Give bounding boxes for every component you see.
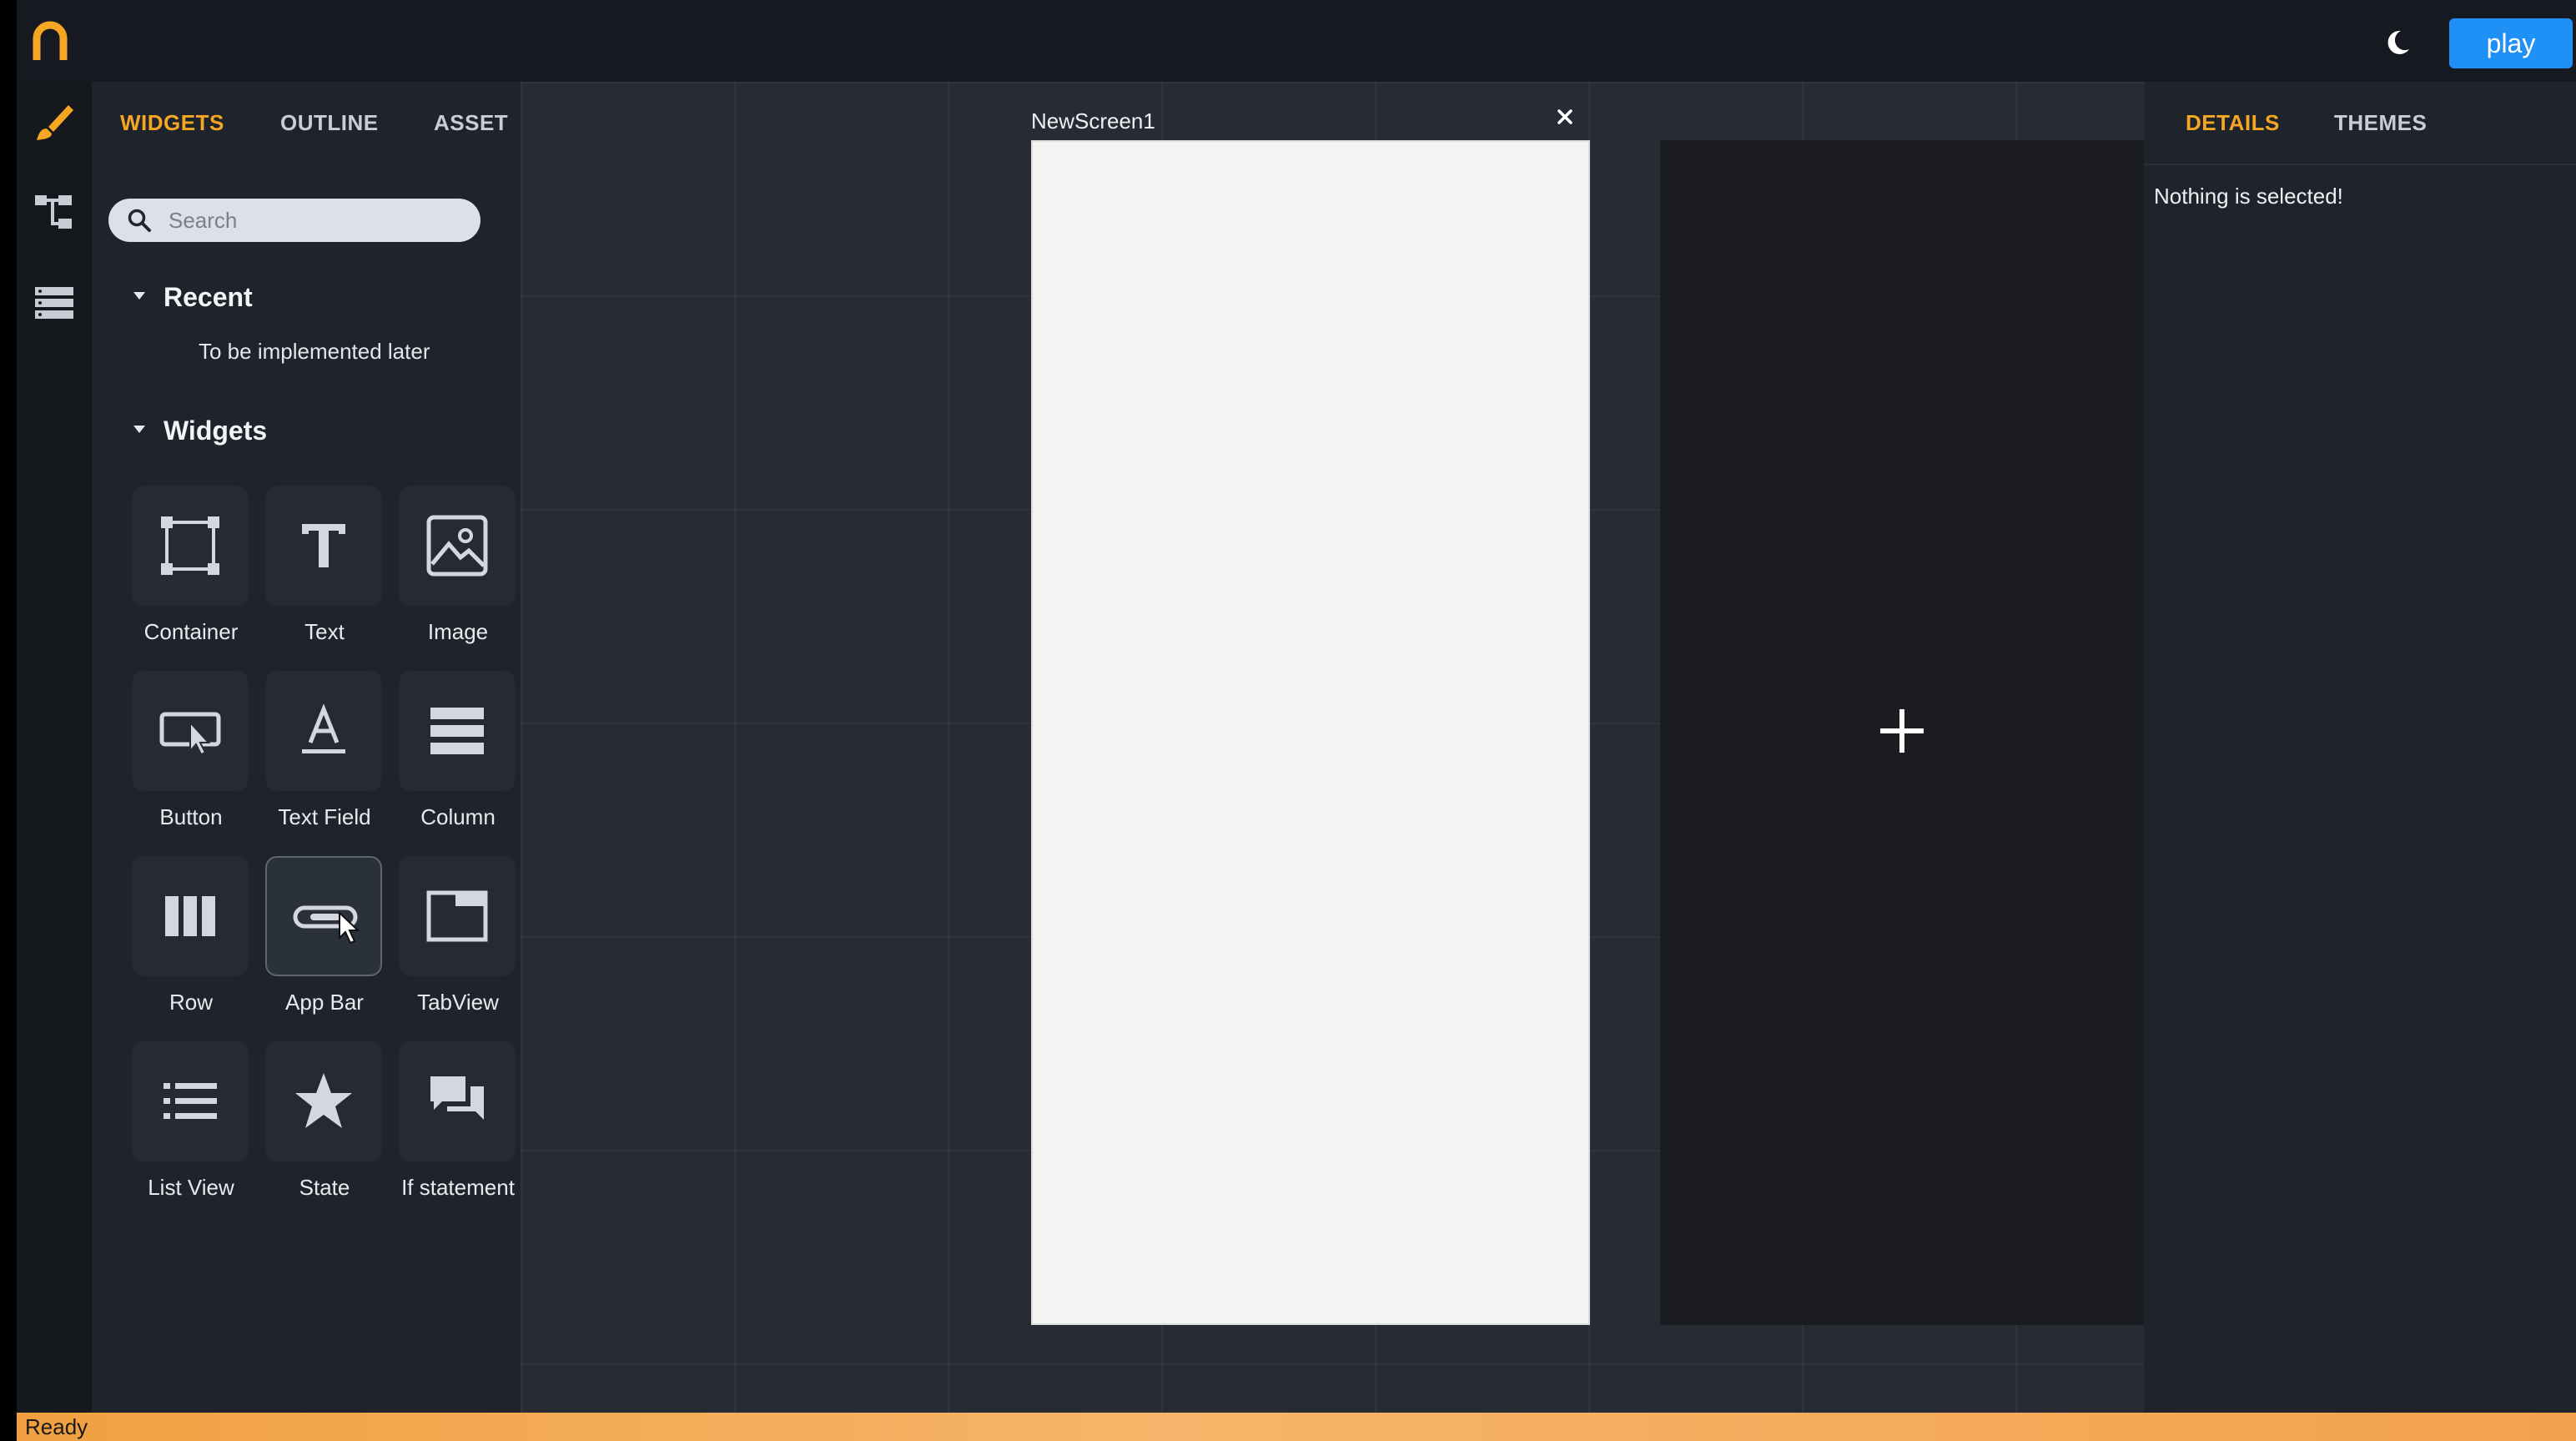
play-button[interactable]: play	[2449, 18, 2573, 68]
search-icon	[128, 209, 151, 232]
star-icon	[295, 1073, 352, 1128]
widget-label: Container	[143, 619, 239, 644]
widget-label: Text	[304, 619, 345, 644]
widget-if-statement[interactable]: If statement	[387, 1041, 521, 1217]
tab-outline[interactable]: OUTLINE	[280, 110, 379, 136]
list-view-icon	[164, 1083, 217, 1119]
widget-tile	[399, 856, 516, 976]
widget-state[interactable]: State	[254, 1041, 387, 1217]
screen-title: NewScreen1	[1031, 108, 1155, 134]
widget-tile	[265, 1041, 382, 1161]
design-canvas[interactable]: NewScreen1	[521, 82, 2144, 1413]
widget-tile	[399, 486, 516, 606]
widget-tree-icon[interactable]	[32, 190, 77, 235]
recent-section-title: Recent	[164, 282, 253, 312]
image-icon	[426, 515, 488, 577]
widget-label: State	[299, 1175, 350, 1200]
widget-label: Image	[427, 619, 489, 644]
widget-tile	[265, 671, 382, 791]
close-icon[interactable]	[1550, 102, 1580, 132]
widget-label: Row	[169, 990, 213, 1015]
button-icon	[159, 712, 221, 756]
widget-tile	[132, 486, 249, 606]
text-icon	[302, 524, 345, 567]
widget-tile	[132, 671, 249, 791]
widget-app-bar[interactable]: App Bar	[254, 856, 387, 1031]
widget-text[interactable]: Text	[254, 486, 387, 661]
app-window: play WIDGETS OUTLINE ASSET Search Recent…	[17, 0, 2576, 1441]
plus-icon	[1880, 709, 1924, 753]
caret-down-icon	[133, 292, 145, 300]
widget-tile	[265, 486, 382, 606]
status-text: Ready	[25, 1414, 88, 1439]
widget-tile	[132, 1041, 249, 1161]
widget-label: Button	[159, 804, 223, 829]
tab-widgets[interactable]: WIDGETS	[120, 110, 224, 136]
tab-asset[interactable]: ASSET	[434, 110, 508, 136]
status-bar: Ready	[17, 1413, 2576, 1441]
row-icon	[165, 896, 215, 936]
widget-text-field[interactable]: Text Field	[254, 671, 387, 846]
widget-tile	[399, 1041, 516, 1161]
widget-tile	[132, 856, 249, 976]
database-icon[interactable]	[32, 280, 77, 325]
empty-selection-message: Nothing is selected!	[2154, 184, 2343, 209]
tabview-icon	[426, 890, 488, 942]
widget-tile	[399, 671, 516, 791]
widget-label: TabView	[417, 990, 499, 1015]
widget-label: Text Field	[278, 804, 371, 829]
widget-label: List View	[148, 1175, 234, 1200]
caret-down-icon	[133, 426, 145, 434]
widget-tabview[interactable]: TabView	[387, 856, 521, 1031]
widget-label: Column	[420, 804, 496, 829]
text-field-icon	[302, 703, 345, 753]
app-bar-icon	[293, 905, 358, 929]
widgets-section-title: Widgets	[164, 416, 268, 446]
chat-icon	[430, 1076, 484, 1120]
add-screen-area[interactable]	[1660, 140, 2144, 1325]
widget-image[interactable]: Image	[387, 486, 521, 661]
widgets-section-header[interactable]: Widgets	[133, 416, 267, 446]
widget-container[interactable]: Container	[120, 486, 254, 661]
widget-label: App Bar	[285, 990, 364, 1015]
left-panel-tabs: WIDGETS OUTLINE ASSET	[92, 82, 521, 162]
widget-button[interactable]: Button	[120, 671, 254, 846]
widget-label: If statement	[401, 1175, 515, 1200]
side-rail	[17, 82, 92, 1413]
recent-placeholder-text: To be implemented later	[199, 339, 430, 364]
recent-section-header[interactable]: Recent	[133, 282, 253, 313]
tab-themes[interactable]: THEMES	[2334, 110, 2427, 136]
moon-icon[interactable]	[2381, 27, 2412, 58]
widget-column[interactable]: Column	[387, 671, 521, 846]
top-bar: play	[17, 0, 2576, 82]
widgets-panel: WIDGETS OUTLINE ASSET Recent To be imple…	[92, 82, 521, 1413]
search-input[interactable]	[167, 204, 467, 237]
brush-icon[interactable]	[32, 100, 77, 145]
app-logo-icon	[33, 21, 68, 60]
details-panel: DETAILS THEMES Nothing is selected!	[2144, 82, 2576, 1413]
search-box	[108, 199, 480, 242]
column-icon	[430, 708, 484, 754]
screen-frame[interactable]	[1031, 140, 1590, 1325]
widget-row[interactable]: Row	[120, 856, 254, 1031]
widget-list-view[interactable]: List View	[120, 1041, 254, 1217]
tab-details[interactable]: DETAILS	[2186, 110, 2280, 136]
widget-tile	[265, 856, 382, 976]
tab-divider	[2144, 164, 2576, 165]
container-icon	[161, 516, 219, 575]
